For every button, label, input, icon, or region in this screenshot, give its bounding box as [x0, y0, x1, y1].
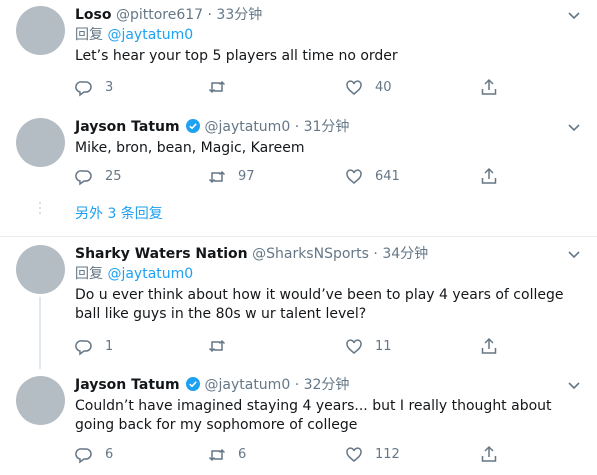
chevron-down-icon[interactable]	[567, 380, 581, 390]
share-icon	[481, 167, 497, 184]
tweet-header: Loso @pittore617 · 33分钟	[75, 6, 577, 25]
retweet-icon	[208, 448, 226, 462]
reply-context: 回复 @jaytatum0	[75, 265, 577, 284]
tweet[interactable]: Jayson Tatum @jaytatum0 · 31分钟 Mike, bro…	[0, 106, 597, 236]
like-button[interactable]: 40	[345, 78, 392, 98]
separator: ·	[207, 7, 212, 23]
reply-count: 1	[105, 339, 114, 354]
tweet[interactable]: Loso @pittore617 · 33分钟 回复 @jaytatum0 Le…	[0, 0, 597, 106]
reply-count: 25	[105, 169, 122, 184]
like-icon	[346, 339, 362, 354]
tweet-text: Let’s hear your top 5 players all time n…	[75, 48, 398, 64]
reply-icon	[75, 448, 92, 464]
reply-button[interactable]: 3	[75, 78, 113, 98]
thread-dots	[38, 202, 42, 217]
like-count: 11	[375, 339, 392, 354]
reply-context: 回复 @jaytatum0	[75, 26, 577, 45]
reply-button[interactable]: 6	[75, 445, 113, 465]
reply-count: 6	[105, 447, 114, 462]
retweet-count: 97	[238, 169, 255, 184]
separator: ·	[373, 246, 378, 262]
verified-badge-icon	[186, 119, 201, 133]
mention-link[interactable]: @jaytatum0	[107, 266, 193, 282]
avatar[interactable]	[16, 376, 65, 425]
retweet-icon	[208, 80, 226, 94]
like-icon	[346, 169, 362, 184]
user-handle[interactable]: @pittore617	[116, 7, 203, 23]
display-name[interactable]: Sharky Waters Nation	[75, 246, 248, 262]
avatar[interactable]	[16, 118, 65, 167]
tweet[interactable]: Jayson Tatum @jaytatum0 · 32分钟 Couldn’t …	[0, 369, 597, 475]
reply-label: 回复	[75, 27, 103, 43]
tweet-text: Do u ever think about how it would’ve be…	[75, 287, 564, 322]
retweet-icon	[208, 339, 226, 353]
verified-badge-icon	[186, 377, 201, 391]
tweet[interactable]: Sharky Waters Nation @SharksNSports · 34…	[0, 237, 597, 369]
reply-icon	[75, 170, 92, 186]
share-button[interactable]	[480, 337, 510, 355]
tweet-text: Couldn’t have imagined staying 4 years..…	[75, 398, 552, 433]
retweet-button[interactable]: 97	[208, 167, 255, 187]
like-icon	[346, 447, 362, 462]
retweet-button[interactable]: 6	[208, 445, 246, 465]
like-icon	[346, 80, 362, 95]
share-icon	[481, 78, 497, 95]
thread-line	[39, 297, 41, 369]
tweet-text: Mike, bron, bean, Magic, Kareem	[75, 140, 305, 156]
share-icon	[481, 445, 497, 462]
chevron-down-icon[interactable]	[567, 249, 581, 259]
reply-icon	[75, 81, 92, 97]
share-button[interactable]	[480, 445, 510, 463]
user-handle[interactable]: @jaytatum0	[205, 119, 291, 135]
timestamp[interactable]: 32分钟	[304, 377, 350, 393]
reply-button[interactable]: 1	[75, 337, 113, 357]
avatar[interactable]	[16, 6, 65, 55]
display-name[interactable]: Loso	[75, 7, 112, 23]
like-count: 641	[375, 169, 400, 184]
share-button[interactable]	[480, 167, 510, 185]
reply-button[interactable]: 25	[75, 167, 122, 187]
share-button[interactable]	[480, 78, 510, 96]
like-button[interactable]: 641	[345, 167, 400, 187]
chevron-down-icon[interactable]	[567, 122, 581, 132]
retweet-icon	[208, 170, 226, 184]
separator: ·	[294, 377, 300, 393]
reply-count: 3	[105, 80, 114, 95]
avatar[interactable]	[16, 245, 65, 294]
timestamp[interactable]: 33分钟	[216, 7, 262, 23]
mention-link[interactable]: @jaytatum0	[107, 27, 193, 43]
tweet-header: Jayson Tatum @jaytatum0 · 31分钟	[75, 118, 577, 137]
more-replies-link[interactable]: 另外 3 条回复	[75, 205, 163, 224]
retweet-button[interactable]	[208, 78, 238, 96]
like-count: 112	[375, 447, 400, 462]
tweet-header: Jayson Tatum @jaytatum0 · 32分钟	[75, 376, 577, 395]
retweet-button[interactable]	[208, 337, 238, 355]
user-handle[interactable]: @jaytatum0	[205, 377, 291, 393]
share-icon	[481, 337, 497, 354]
display-name[interactable]: Jayson Tatum	[75, 119, 180, 135]
like-button[interactable]: 11	[345, 337, 392, 357]
display-name[interactable]: Jayson Tatum	[75, 377, 180, 393]
chevron-down-icon[interactable]	[567, 10, 581, 20]
timestamp[interactable]: 31分钟	[304, 119, 350, 135]
tweet-header: Sharky Waters Nation @SharksNSports · 34…	[75, 245, 577, 264]
like-button[interactable]: 112	[345, 445, 400, 465]
user-handle[interactable]: @SharksNSports	[252, 246, 369, 262]
separator: ·	[294, 119, 300, 135]
retweet-count: 6	[238, 447, 247, 462]
like-count: 40	[375, 80, 392, 95]
reply-icon	[75, 340, 92, 356]
timestamp[interactable]: 34分钟	[382, 246, 428, 262]
reply-label: 回复	[75, 266, 103, 282]
